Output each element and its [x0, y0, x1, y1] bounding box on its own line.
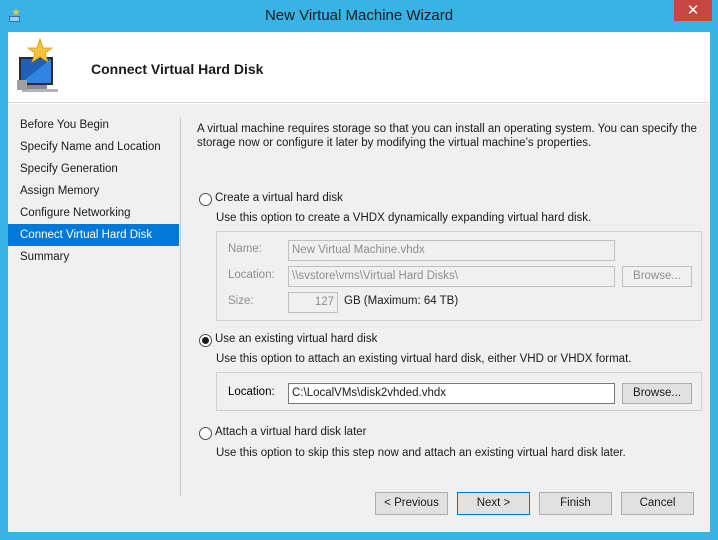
existing-vhd-radio[interactable]	[199, 334, 212, 347]
nav-step-specify-name-and-location[interactable]: Specify Name and Location	[8, 136, 179, 158]
nav-step-specify-generation[interactable]: Specify Generation	[8, 158, 179, 180]
existing-browse-button[interactable]: Browse...	[622, 383, 692, 404]
existing-vhd-label: Use an existing virtual hard disk	[215, 333, 378, 345]
page-title: Connect Virtual Hard Disk	[91, 61, 264, 77]
finish-button[interactable]: Finish	[539, 492, 612, 515]
create-location-field[interactable]: \\svstore\vms\Virtual Hard Disks\	[288, 266, 615, 287]
attach-later-label: Attach a virtual hard disk later	[215, 426, 367, 438]
title-bar: New Virtual Machine Wizard ✕	[0, 0, 718, 32]
create-browse-button[interactable]: Browse...	[622, 266, 692, 287]
intro-text: A virtual machine requires storage so th…	[197, 123, 697, 149]
close-icon: ✕	[686, 2, 700, 19]
attach-later-description: Use this option to skip this step now an…	[216, 447, 626, 459]
nav-step-connect-virtual-hard-disk[interactable]: Connect Virtual Hard Disk	[8, 224, 179, 246]
name-label: Name:	[228, 243, 262, 255]
next-button[interactable]: Next >	[457, 492, 530, 515]
size-suffix: GB (Maximum: 64 TB)	[344, 295, 459, 307]
close-button[interactable]: ✕	[674, 0, 712, 21]
nav-divider	[180, 118, 181, 496]
cancel-button[interactable]: Cancel	[621, 492, 694, 515]
create-vhd-group: Name: New Virtual Machine.vhdx Location:…	[216, 231, 702, 321]
size-field[interactable]: 127	[288, 292, 338, 313]
existing-vhd-description: Use this option to attach an existing vi…	[216, 353, 632, 365]
create-vhd-radio[interactable]	[199, 193, 212, 206]
previous-button[interactable]: < Previous	[375, 492, 448, 515]
nav-step-assign-memory[interactable]: Assign Memory	[8, 180, 179, 202]
create-location-label: Location:	[228, 269, 275, 281]
virtual-machine-wizard-icon	[17, 38, 58, 92]
existing-vhd-group: Location: C:\LocalVMs\disk2vhded.vhdx Br…	[216, 372, 702, 411]
attach-later-radio[interactable]	[199, 427, 212, 440]
existing-location-input[interactable]: C:\LocalVMs\disk2vhded.vhdx	[288, 383, 615, 404]
create-vhd-description: Use this option to create a VHDX dynamic…	[216, 212, 592, 224]
nav-step-summary[interactable]: Summary	[8, 246, 179, 268]
window-title: New Virtual Machine Wizard	[264, 7, 454, 24]
wizard-body: Before You Begin Specify Name and Locati…	[8, 104, 710, 532]
nav-step-configure-networking[interactable]: Configure Networking	[8, 202, 179, 224]
name-field[interactable]: New Virtual Machine.vhdx	[288, 240, 615, 261]
wizard-window: Connect Virtual Hard Disk Before You Beg…	[8, 32, 710, 532]
create-vhd-label: Create a virtual hard disk	[215, 192, 343, 204]
nav-step-before-you-begin[interactable]: Before You Begin	[8, 114, 179, 136]
existing-location-label: Location:	[228, 386, 275, 398]
wizard-header: Connect Virtual Hard Disk	[8, 32, 710, 103]
size-label: Size:	[228, 295, 254, 307]
wizard-steps-nav: Before You Begin Specify Name and Locati…	[8, 114, 179, 268]
